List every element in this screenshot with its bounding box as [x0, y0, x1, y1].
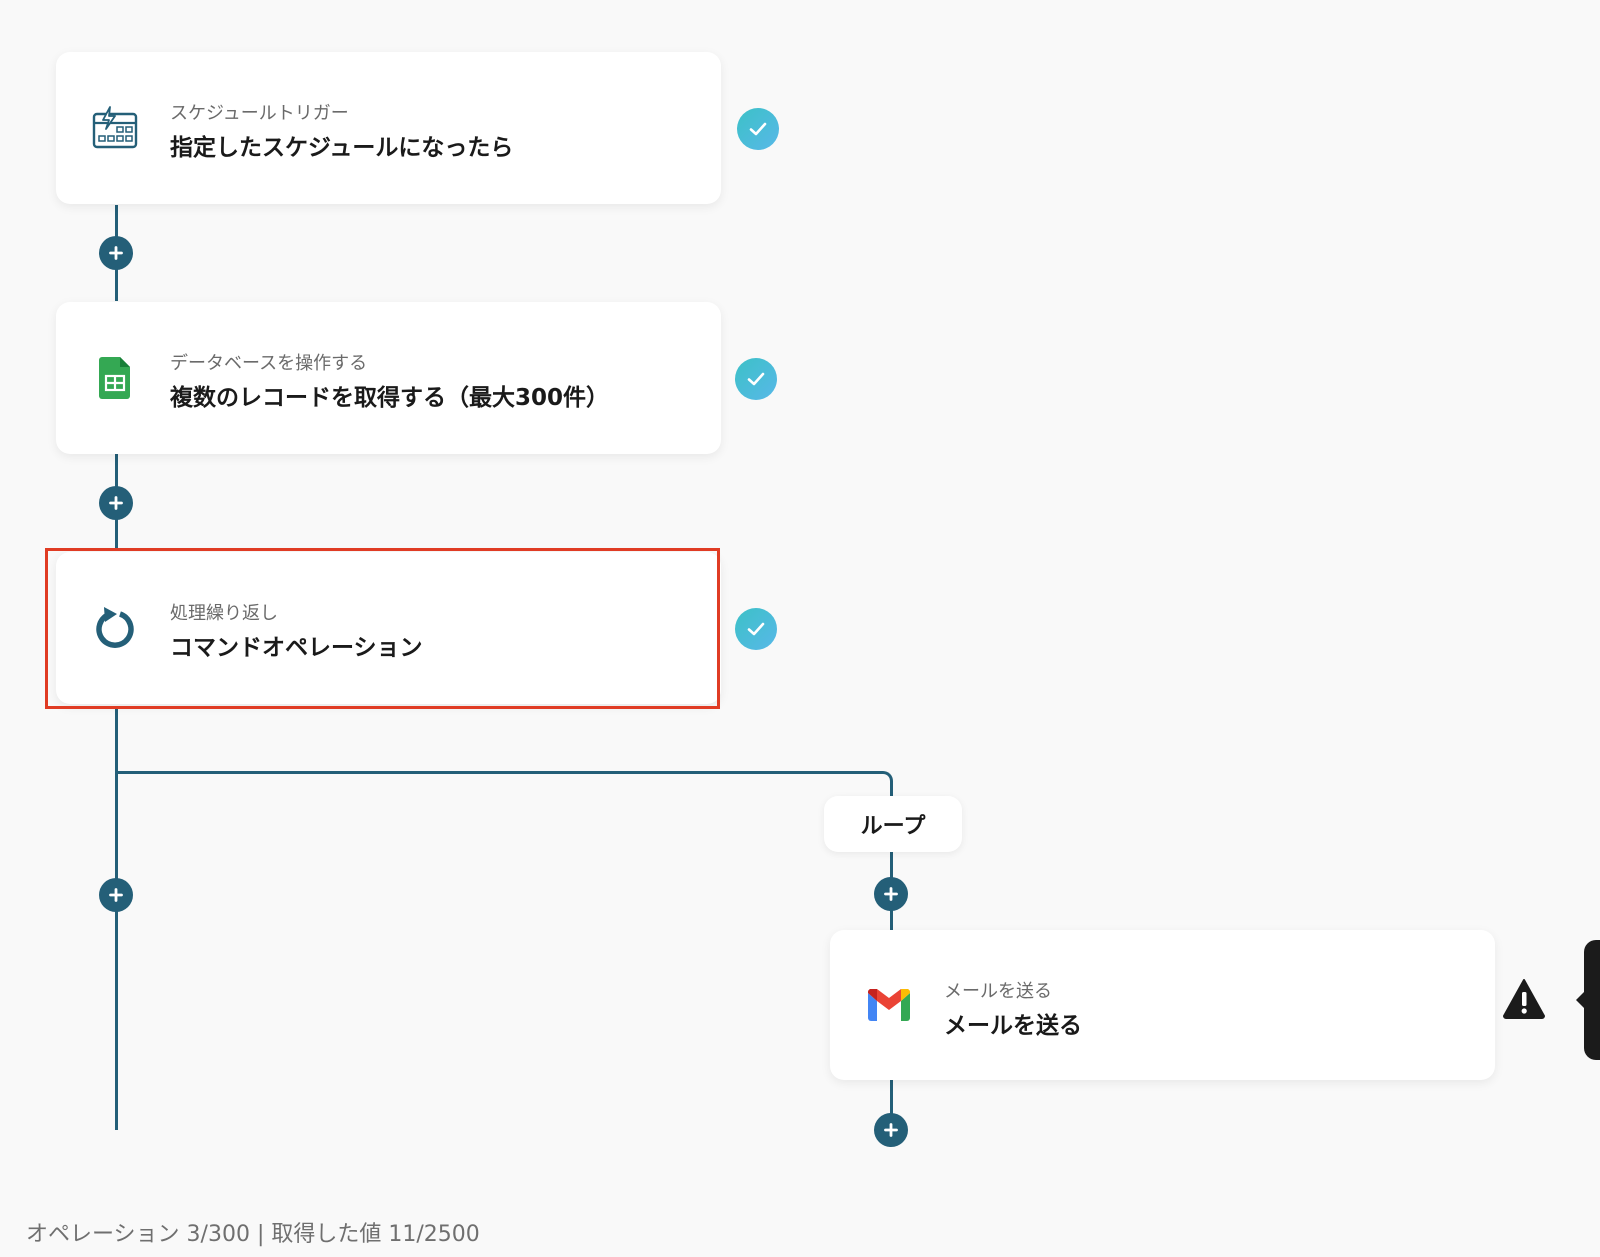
panel-notch — [1576, 992, 1584, 1008]
side-panel-edge[interactable] — [1576, 940, 1600, 1060]
step-card-send-mail[interactable]: メールを送る メールを送る — [830, 930, 1495, 1080]
step-card-database[interactable]: データベースを操作する 複数のレコードを取得する（最大300件） — [56, 302, 721, 454]
google-sheets-icon — [92, 355, 138, 401]
status-bar: オペレーション 3/300 | 取得した値 11/2500 — [26, 1222, 480, 1247]
step-title: 指定したスケジュールになったら — [170, 135, 514, 161]
loop-label: ループ — [824, 796, 962, 852]
gmail-icon — [866, 982, 912, 1028]
step-title: 複数のレコードを取得する（最大300件） — [170, 385, 610, 411]
step-title: メールを送る — [944, 1013, 1082, 1039]
add-step-button[interactable] — [99, 236, 133, 270]
connector-main-bottom — [115, 706, 118, 1130]
check-icon — [737, 108, 779, 150]
plus-icon — [109, 496, 123, 510]
connector-loop-branch — [116, 771, 893, 797]
add-step-button[interactable] — [874, 877, 908, 911]
step-subtitle: スケジュールトリガー — [170, 103, 349, 124]
add-step-button[interactable] — [99, 486, 133, 520]
plus-icon — [884, 1123, 898, 1137]
plus-icon — [109, 888, 123, 902]
warning-icon — [1503, 979, 1545, 1019]
add-step-button[interactable] — [874, 1113, 908, 1147]
step-title: コマンドオペレーション — [170, 635, 423, 661]
check-icon — [735, 608, 777, 650]
step-subtitle: 処理繰り返し — [170, 603, 278, 624]
schedule-calendar-icon — [92, 105, 138, 151]
check-icon — [735, 358, 777, 400]
add-step-button[interactable] — [99, 878, 133, 912]
plus-icon — [884, 887, 898, 901]
step-subtitle: メールを送る — [944, 981, 1052, 1002]
plus-icon — [109, 246, 123, 260]
step-subtitle: データベースを操作する — [170, 353, 368, 374]
step-card-loop[interactable]: 処理繰り返し コマンドオペレーション — [56, 552, 721, 704]
loop-arrow-icon — [92, 605, 138, 651]
step-card-schedule-trigger[interactable]: スケジュールトリガー 指定したスケジュールになったら — [56, 52, 721, 204]
